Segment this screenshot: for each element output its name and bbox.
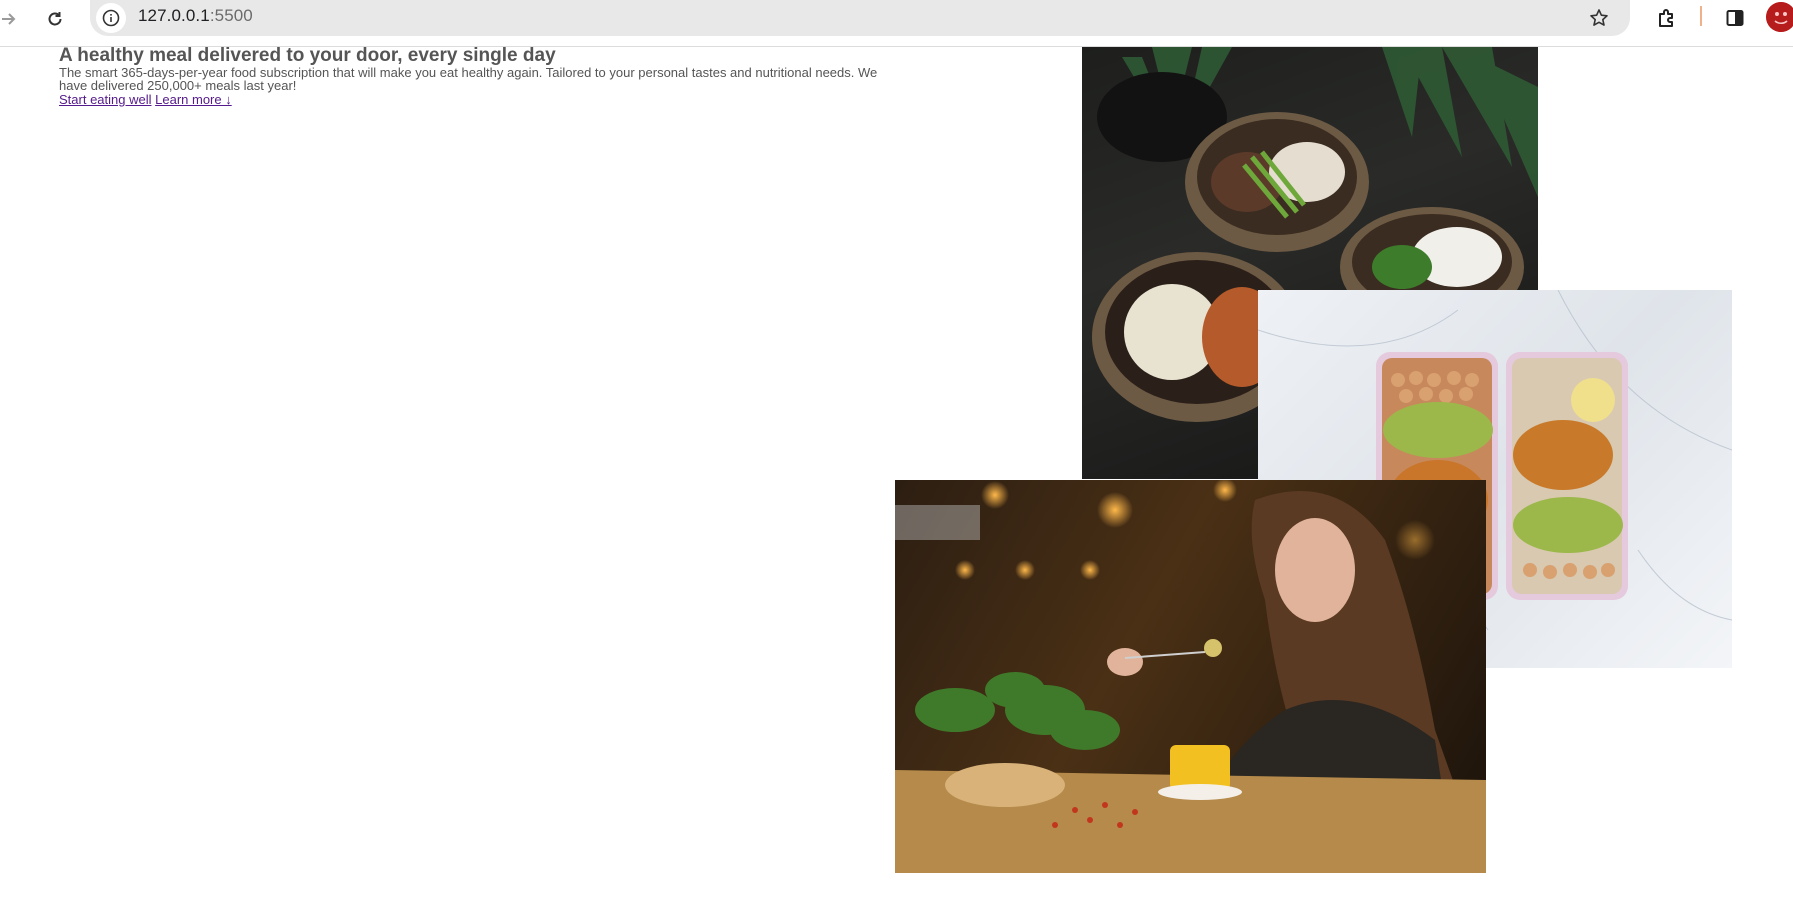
hero-cta-group: Start eating well Learn more ↓	[59, 92, 879, 108]
toolbar-divider	[1700, 6, 1702, 26]
address-bar[interactable]: 127.0.0.1:5500	[90, 0, 1630, 36]
start-eating-link[interactable]: Start eating well	[59, 92, 152, 107]
info-icon[interactable]	[96, 3, 126, 33]
star-icon[interactable]	[1584, 3, 1614, 33]
hero-description: The smart 365-days-per-year food subscri…	[59, 65, 878, 93]
hero-image-woman	[895, 480, 1486, 873]
hero-text-box: A healthy meal delivered to your door, e…	[59, 46, 879, 108]
learn-more-link[interactable]: Learn more ↓	[155, 92, 232, 107]
url-text[interactable]: 127.0.0.1:5500	[138, 6, 253, 26]
arrow-right-icon[interactable]	[0, 4, 24, 34]
reload-icon[interactable]	[40, 4, 70, 34]
puzzle-icon[interactable]	[1650, 2, 1684, 34]
url-host: 127.0.0.1	[138, 6, 210, 25]
hero-heading: A healthy meal delivered to your door, e…	[59, 45, 556, 66]
url-port: :5500	[209, 6, 253, 25]
browser-toolbar: 127.0.0.1:5500	[0, 0, 1793, 47]
avatar[interactable]	[1766, 2, 1793, 32]
side-panel-icon[interactable]	[1718, 2, 1752, 34]
